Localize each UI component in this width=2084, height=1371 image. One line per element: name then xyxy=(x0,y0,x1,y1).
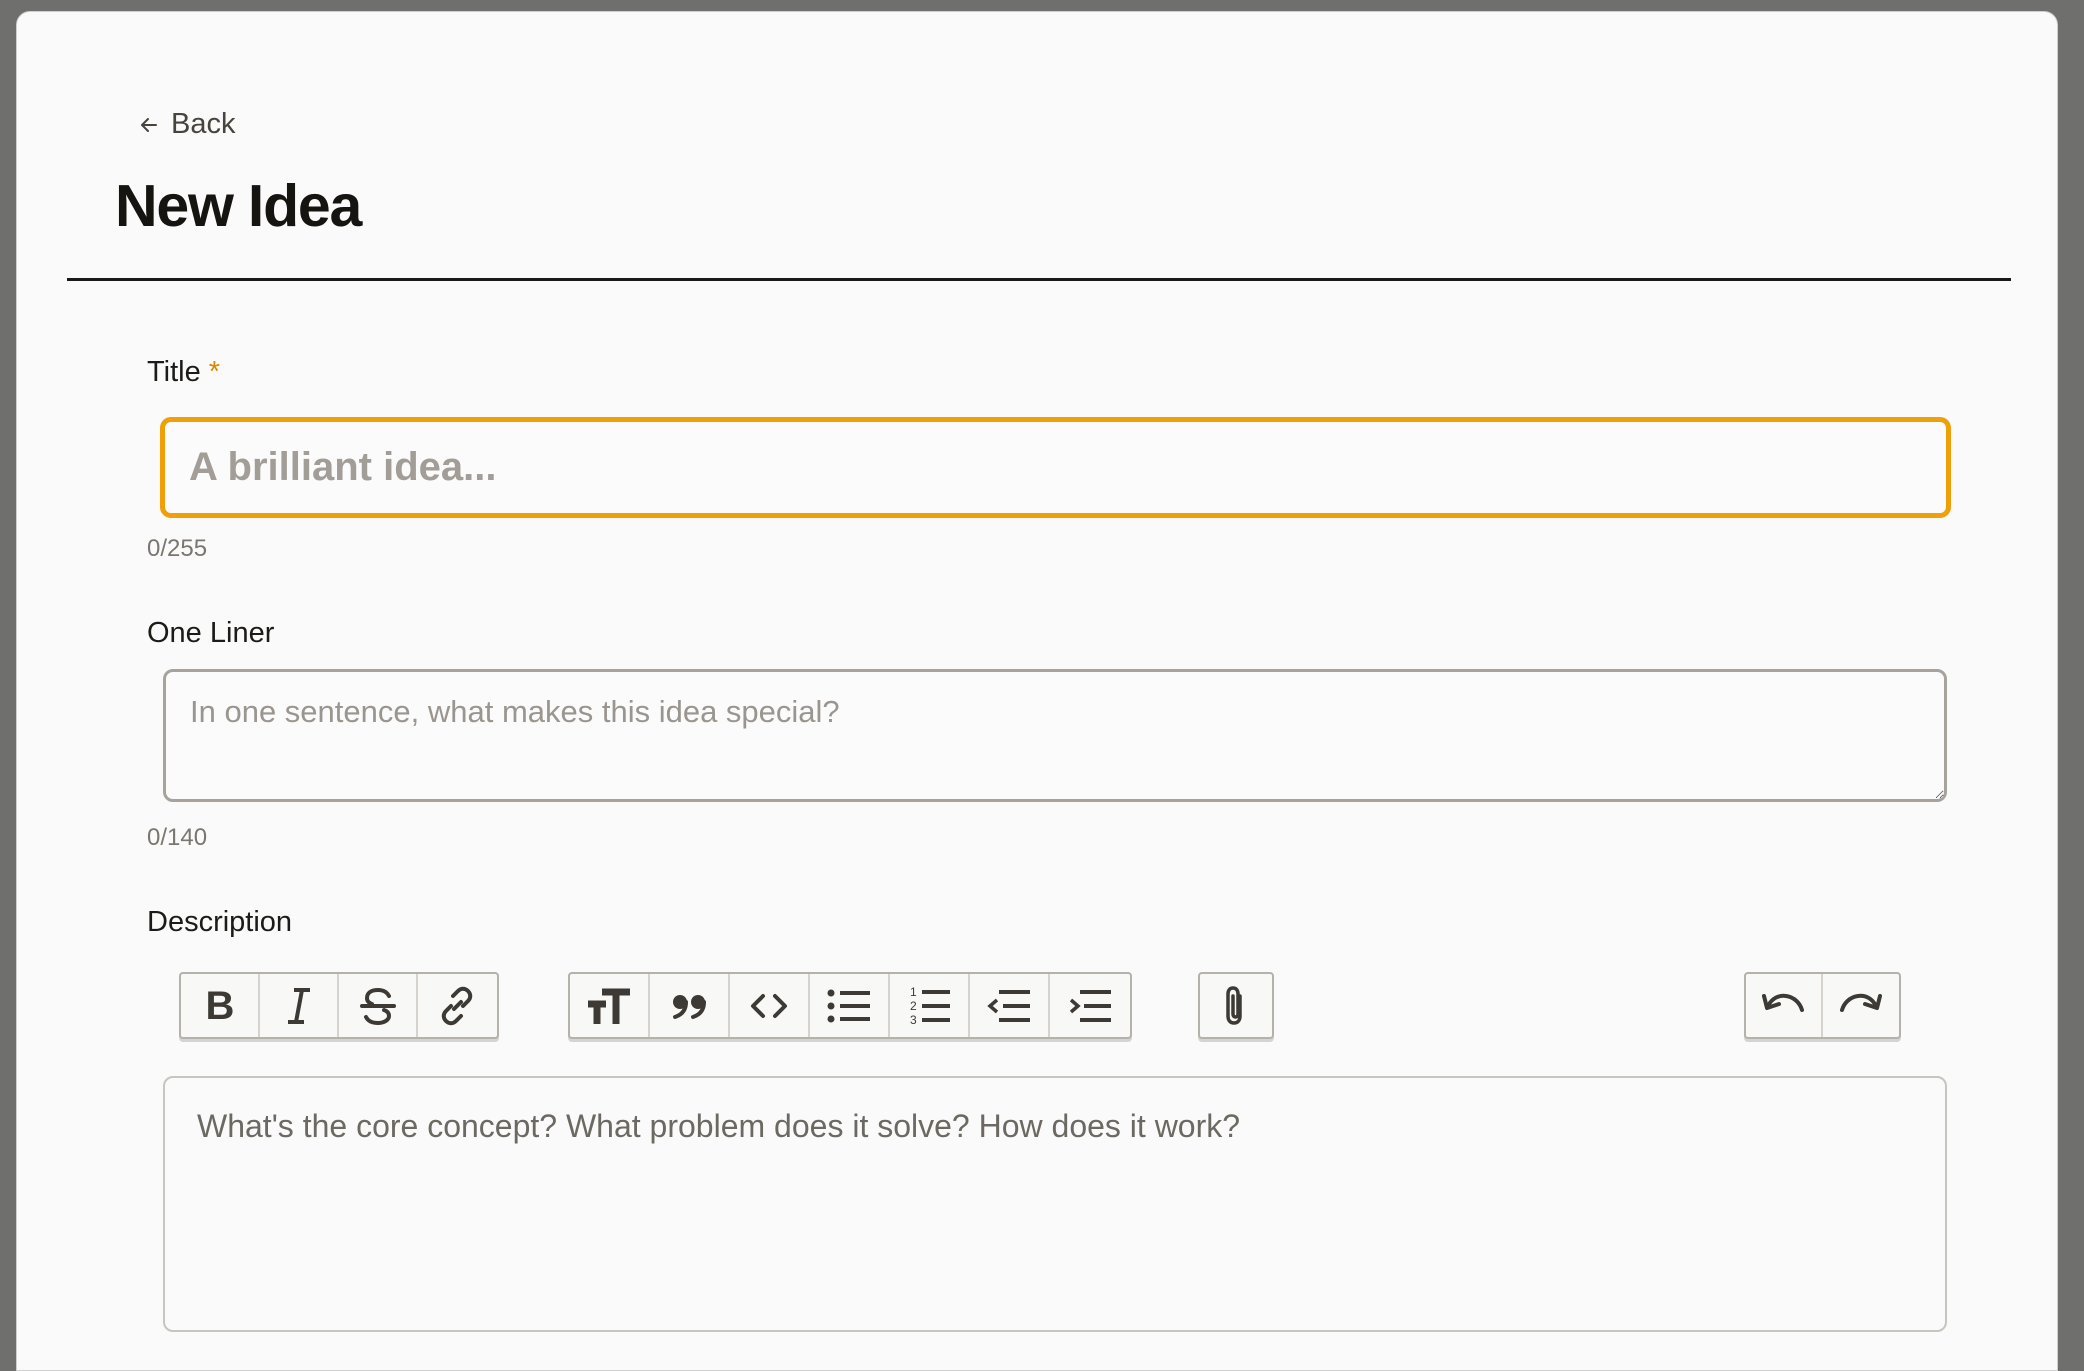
svg-text:3: 3 xyxy=(910,1013,917,1027)
history-tools-group xyxy=(1744,972,1901,1039)
link-icon xyxy=(442,986,473,1025)
svg-text:2: 2 xyxy=(910,999,917,1013)
page-title: New Idea xyxy=(115,173,362,239)
description-editor[interactable]: What's the core concept? What problem do… xyxy=(163,1076,1947,1332)
description-label: Description xyxy=(147,906,293,938)
one-liner-label: One Liner xyxy=(147,617,275,649)
heading-icon xyxy=(588,988,630,1024)
numbered-list-button[interactable]: 1 2 3 xyxy=(890,974,970,1037)
decrease-indent-button[interactable] xyxy=(970,974,1050,1037)
quote-button[interactable] xyxy=(650,974,730,1037)
title-input[interactable] xyxy=(160,417,1951,518)
svg-text:B: B xyxy=(205,984,234,1028)
italic-button[interactable] xyxy=(260,974,339,1037)
back-label: Back xyxy=(171,108,236,140)
bold-button[interactable]: B xyxy=(181,974,260,1037)
file-tools-group xyxy=(1198,972,1274,1039)
numbered-list-icon: 1 2 3 xyxy=(910,985,950,1027)
one-liner-counter: 0/140 xyxy=(147,824,208,851)
undo-icon xyxy=(1762,993,1805,1012)
undo-button[interactable] xyxy=(1746,974,1823,1037)
bold-icon: B xyxy=(205,984,234,1028)
bullet-list-icon xyxy=(827,989,870,1022)
indent-icon xyxy=(1069,989,1111,1022)
title-label-text: Title xyxy=(147,356,201,388)
strikethrough-button[interactable] xyxy=(339,974,418,1037)
bullet-list-button[interactable] xyxy=(810,974,890,1037)
back-link[interactable]: Back xyxy=(139,108,235,141)
strikethrough-icon xyxy=(359,987,396,1025)
header-divider xyxy=(67,278,2011,281)
italic-icon xyxy=(287,987,310,1024)
text-tools-group: B xyxy=(179,972,499,1039)
block-tools-group: 1 2 3 xyxy=(568,972,1132,1039)
title-counter: 0/255 xyxy=(147,535,208,562)
required-mark: * xyxy=(208,356,221,388)
redo-button[interactable] xyxy=(1823,974,1899,1037)
svg-text:1: 1 xyxy=(910,985,917,999)
code-button[interactable] xyxy=(730,974,810,1037)
redo-icon xyxy=(1839,993,1882,1012)
outdent-icon xyxy=(987,989,1030,1022)
arrow-left-icon xyxy=(141,117,157,132)
description-placeholder: What's the core concept? What problem do… xyxy=(197,1108,1241,1144)
one-liner-input[interactable] xyxy=(163,669,1947,802)
code-icon xyxy=(751,993,787,1018)
title-label: Title * xyxy=(147,356,220,389)
heading-button[interactable] xyxy=(570,974,650,1037)
quote-icon xyxy=(673,994,706,1019)
link-button[interactable] xyxy=(418,974,497,1037)
attach-files-button[interactable] xyxy=(1200,974,1272,1037)
app-window: Back New Idea Title* 0/255 One Liner 0/1… xyxy=(16,11,2058,1371)
increase-indent-button[interactable] xyxy=(1050,974,1130,1037)
paperclip-icon xyxy=(1226,985,1242,1025)
